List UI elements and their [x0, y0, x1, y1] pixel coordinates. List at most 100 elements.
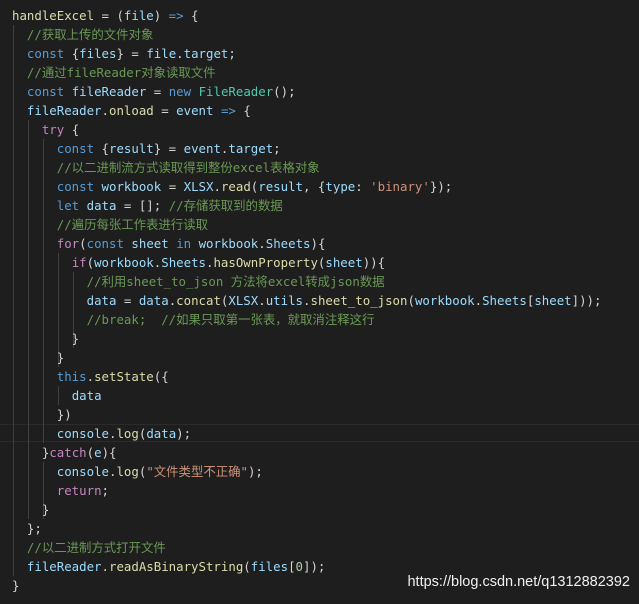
- code-token: .: [101, 559, 109, 574]
- code-token: onload: [109, 103, 154, 118]
- code-line[interactable]: let data = []; //存储获取到的数据: [12, 196, 601, 215]
- code-token: const: [26, 46, 65, 61]
- code-token: 0: [295, 559, 303, 574]
- code-token: const: [86, 236, 124, 251]
- code-token: XLSX: [183, 179, 214, 194]
- code-line[interactable]: //break; //如果只取第一张表，就取消注释这行: [12, 310, 601, 329]
- code-token: ;: [228, 46, 236, 61]
- code-token: hasOwnProperty: [213, 255, 318, 270]
- code-token: });: [429, 179, 453, 194]
- code-line[interactable]: this.setState({: [12, 367, 601, 386]
- code-token: files: [79, 46, 117, 61]
- code-token: handleExcel: [12, 8, 95, 23]
- code-line[interactable]: }: [12, 500, 601, 519]
- code-token: console: [56, 426, 109, 441]
- code-token: :: [355, 179, 371, 194]
- code-token: {: [183, 8, 199, 23]
- code-token: Sheets: [482, 293, 527, 308]
- code-token: } =: [116, 46, 147, 61]
- code-token: }: [12, 350, 65, 365]
- code-line[interactable]: const {files} = file.target;: [12, 44, 601, 63]
- code-token: catch: [49, 445, 87, 460]
- code-token: in: [176, 236, 192, 251]
- code-token: result: [109, 141, 154, 156]
- code-token: }: [12, 331, 80, 346]
- code-line[interactable]: }: [12, 329, 601, 348]
- code-line[interactable]: //以二进制方式打开文件: [12, 538, 601, 557]
- code-line[interactable]: };: [12, 519, 601, 538]
- code-token: {: [235, 103, 251, 118]
- code-token: );: [176, 426, 192, 441]
- code-line[interactable]: const workbook = XLSX.read(result, {type…: [12, 177, 601, 196]
- code-token: Sheets: [161, 255, 206, 270]
- code-token: result: [258, 179, 304, 194]
- code-token: files: [250, 559, 289, 574]
- code-token: [: [288, 559, 296, 574]
- code-token: //遍历每张工作表进行读取: [56, 217, 208, 232]
- code-token: const: [56, 141, 95, 156]
- code-line[interactable]: console.log("文件类型不正确");: [12, 462, 601, 481]
- code-token: }: [12, 578, 20, 593]
- code-line[interactable]: data: [12, 386, 601, 405]
- code-line[interactable]: //利用sheet_to_json 方法将excel转成json数据: [12, 272, 601, 291]
- code-token: }: [12, 502, 50, 517]
- code-token: "文件类型不正确": [146, 464, 248, 479]
- code-token: sheet_to_json: [310, 293, 408, 308]
- code-token: target: [228, 141, 274, 156]
- code-token: data: [146, 426, 177, 441]
- code-editor[interactable]: handleExcel = (file) => { //获取上传的文件对象 co…: [0, 0, 639, 604]
- code-line[interactable]: }): [12, 405, 601, 424]
- code-token: concat: [176, 293, 221, 308]
- code-token: e: [94, 445, 102, 460]
- code-token: } =: [153, 141, 184, 156]
- code-line[interactable]: console.log(data);: [12, 424, 601, 443]
- code-area[interactable]: handleExcel = (file) => { //获取上传的文件对象 co…: [12, 6, 601, 595]
- code-line[interactable]: //获取上传的文件对象: [12, 25, 601, 44]
- code-token: fileReader: [26, 103, 102, 118]
- code-line[interactable]: data = data.concat(XLSX.utils.sheet_to_j…: [12, 291, 602, 310]
- code-line[interactable]: }: [12, 348, 601, 367]
- code-token: const: [26, 84, 65, 99]
- code-token: 'binary': [370, 179, 430, 194]
- code-line[interactable]: handleExcel = (file) => {: [12, 6, 601, 25]
- code-token: ){: [101, 445, 117, 460]
- code-line[interactable]: for(const sheet in workbook.Sheets){: [12, 234, 601, 253]
- code-line[interactable]: //以二进制流方式读取得到整份excel表格对象: [12, 158, 601, 177]
- code-line[interactable]: //遍历每张工作表进行读取: [12, 215, 601, 234]
- code-token: data: [71, 388, 102, 403]
- code-token: =>: [220, 103, 236, 118]
- code-line[interactable]: const fileReader = new FileReader();: [12, 82, 601, 101]
- code-line[interactable]: try {: [12, 120, 601, 139]
- code-token: .: [213, 179, 221, 194]
- code-line[interactable]: const {result} = event.target;: [12, 139, 601, 158]
- code-token: //通过fileReader对象读取文件: [26, 65, 216, 80]
- code-line[interactable]: }catch(e){: [12, 443, 601, 462]
- code-token: ();: [273, 84, 296, 99]
- code-line[interactable]: if(workbook.Sheets.hasOwnProperty(sheet)…: [12, 253, 601, 272]
- code-line[interactable]: //通过fileReader对象读取文件: [12, 63, 601, 82]
- code-line[interactable]: return;: [12, 481, 601, 500]
- code-token: //以二进制方式打开文件: [26, 540, 166, 555]
- code-token: workbook: [414, 293, 475, 308]
- code-line[interactable]: fileReader.onload = event => {: [12, 101, 601, 120]
- code-token: .: [101, 103, 109, 118]
- code-token: data: [86, 293, 117, 308]
- code-token: event: [176, 103, 214, 118]
- code-token: )){: [362, 255, 386, 270]
- code-token: =: [153, 103, 177, 118]
- code-token: .: [474, 293, 483, 308]
